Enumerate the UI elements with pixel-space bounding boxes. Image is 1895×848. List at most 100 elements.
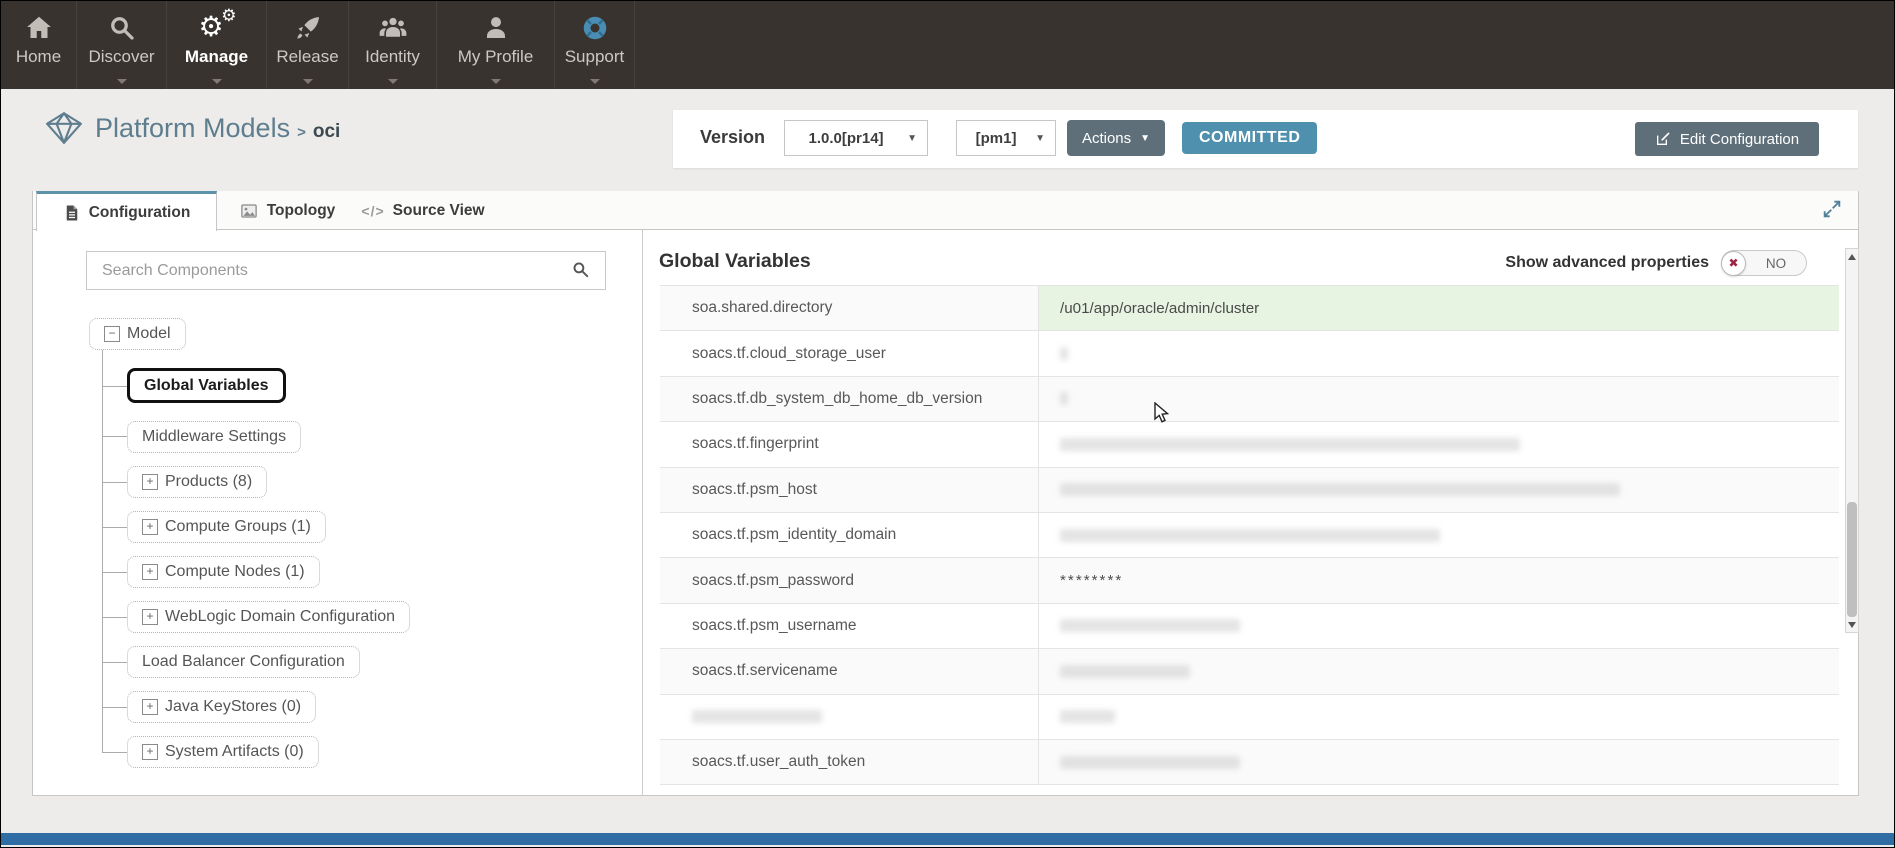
tree-node-weblogic-domain-configuration[interactable]: + WebLogic Domain Configuration <box>127 601 410 633</box>
vertical-scrollbar[interactable] <box>1845 248 1859 633</box>
footer-accent-bar <box>1 833 1894 845</box>
advanced-properties-toggle[interactable]: ✖ NO <box>1721 250 1807 276</box>
redacted-name <box>692 710 822 723</box>
property-value[interactable] <box>1038 695 1839 739</box>
tree-connector <box>102 349 103 752</box>
property-value[interactable] <box>1038 468 1839 512</box>
table-row[interactable]: soacs.tf.db_system_db_home_db_version <box>660 377 1839 422</box>
tab-topology[interactable]: Topology <box>223 191 351 230</box>
tree-connector <box>102 752 127 753</box>
table-row[interactable]: soacs.tf.psm_identity_domain <box>660 513 1839 558</box>
search-input[interactable] <box>86 251 606 290</box>
nav-item-manage[interactable]: ⚙⚙ Manage <box>167 1 267 89</box>
tree-node-compute-nodes[interactable]: + Compute Nodes (1) <box>127 556 320 588</box>
tree-connector <box>102 707 127 708</box>
actions-button-label: Actions <box>1082 130 1131 147</box>
tree-connector <box>102 436 127 437</box>
x-icon: ✖ <box>1728 257 1738 269</box>
tree-node-label: Products (8) <box>165 473 252 491</box>
expand-icon[interactable]: + <box>142 519 158 535</box>
tab-source-view[interactable]: </> Source View <box>353 191 493 230</box>
expand-icon[interactable]: + <box>142 699 158 715</box>
nav-item-discover[interactable]: Discover <box>77 1 167 89</box>
partition-select[interactable]: [pm1] ▼ <box>956 120 1056 156</box>
nav-label: Release <box>276 47 338 67</box>
nav-item-my-profile[interactable]: My Profile <box>437 1 555 89</box>
redacted-value <box>1060 483 1620 496</box>
table-row[interactable]: soacs.tf.servicename <box>660 649 1839 694</box>
table-row[interactable]: soacs.tf.user_auth_token <box>660 740 1839 785</box>
property-value[interactable]: /u01/app/oracle/admin/cluster <box>1038 286 1839 330</box>
collapse-icon[interactable]: − <box>104 326 120 342</box>
tree-node-global-variables[interactable]: Global Variables <box>127 368 286 403</box>
tree-node-model[interactable]: − Model <box>89 318 186 350</box>
property-name: soacs.tf.db_system_db_home_db_version <box>660 377 1038 421</box>
version-select[interactable]: 1.0.0[pr14] ▼ <box>784 120 928 156</box>
nav-item-support[interactable]: Support <box>555 1 635 89</box>
application-window: Home Discover ⚙⚙ Manage Release <box>0 0 1895 848</box>
property-name: soa.shared.directory <box>660 286 1038 330</box>
property-value[interactable] <box>1038 331 1839 375</box>
lifebuoy-icon <box>580 10 610 46</box>
search-icon[interactable] <box>571 260 590 284</box>
caret-down-icon <box>491 79 501 84</box>
edit-configuration-button[interactable]: Edit Configuration <box>1635 122 1819 156</box>
property-value[interactable] <box>1038 377 1839 421</box>
table-row[interactable]: soacs.tf.psm_username <box>660 604 1839 649</box>
tree-node-label: Java KeyStores (0) <box>165 698 301 716</box>
expand-icon[interactable]: + <box>142 474 158 490</box>
caret-down-icon <box>212 79 222 84</box>
property-name <box>660 695 1038 739</box>
table-row[interactable]: soacs.tf.psm_password ******** <box>660 558 1839 603</box>
property-value[interactable] <box>1038 740 1839 784</box>
property-value[interactable] <box>1038 513 1839 557</box>
caret-down-icon <box>388 79 398 84</box>
tab-configuration[interactable]: Configuration <box>36 191 217 231</box>
caret-down-icon: ▼ <box>1035 133 1045 144</box>
nav-item-identity[interactable]: Identity <box>349 1 437 89</box>
table-row[interactable]: soacs.tf.psm_host <box>660 468 1839 513</box>
tree-node-java-keystores[interactable]: + Java KeyStores (0) <box>127 691 316 723</box>
breadcrumb: Platform Models > oci <box>45 113 340 144</box>
actions-button[interactable]: Actions ▼ <box>1067 120 1165 156</box>
toggle-state-label: NO <box>1746 256 1806 271</box>
table-row[interactable]: soa.shared.directory /u01/app/oracle/adm… <box>660 286 1839 331</box>
redacted-value <box>1060 619 1240 632</box>
property-value[interactable] <box>1038 604 1839 648</box>
redacted-value <box>1060 347 1068 360</box>
expand-icon[interactable]: + <box>142 744 158 760</box>
tree-node-compute-groups[interactable]: + Compute Groups (1) <box>127 511 326 543</box>
table-row[interactable]: soacs.tf.fingerprint <box>660 422 1839 467</box>
expand-panel-icon[interactable] <box>1821 198 1843 225</box>
home-icon <box>24 10 54 46</box>
property-value[interactable]: ******** <box>1038 558 1839 602</box>
scrollbar-thumb[interactable] <box>1847 502 1857 617</box>
scroll-down-arrow[interactable] <box>1846 618 1858 631</box>
nav-item-release[interactable]: Release <box>267 1 349 89</box>
property-value[interactable] <box>1038 649 1839 693</box>
redacted-value <box>1060 756 1240 769</box>
edit-icon <box>1655 131 1671 147</box>
property-name: soacs.tf.user_auth_token <box>660 740 1038 784</box>
edit-configuration-label: Edit Configuration <box>1680 131 1799 148</box>
property-name: soacs.tf.psm_host <box>660 468 1038 512</box>
redacted-value <box>1060 710 1115 723</box>
rocket-icon <box>293 10 323 46</box>
expand-icon[interactable]: + <box>142 609 158 625</box>
table-row[interactable]: soacs.tf.cloud_storage_user <box>660 331 1839 376</box>
tree-node-load-balancer-configuration[interactable]: Load Balancer Configuration <box>127 646 360 678</box>
tree-node-middleware-settings[interactable]: Middleware Settings <box>127 421 301 453</box>
scroll-up-arrow[interactable] <box>1846 250 1858 263</box>
nav-label: Home <box>16 47 61 67</box>
nav-item-home[interactable]: Home <box>1 1 77 89</box>
gears-icon: ⚙⚙ <box>199 10 235 46</box>
property-name: soacs.tf.psm_username <box>660 604 1038 648</box>
tree-node-system-artifacts[interactable]: + System Artifacts (0) <box>127 736 319 768</box>
property-value[interactable] <box>1038 422 1839 466</box>
expand-icon[interactable]: + <box>142 564 158 580</box>
tree-node-products[interactable]: + Products (8) <box>127 466 267 498</box>
table-row[interactable] <box>660 695 1839 740</box>
users-group-icon <box>377 10 409 46</box>
tree-connector <box>102 527 127 528</box>
toggle-knob[interactable]: ✖ <box>1721 251 1746 276</box>
